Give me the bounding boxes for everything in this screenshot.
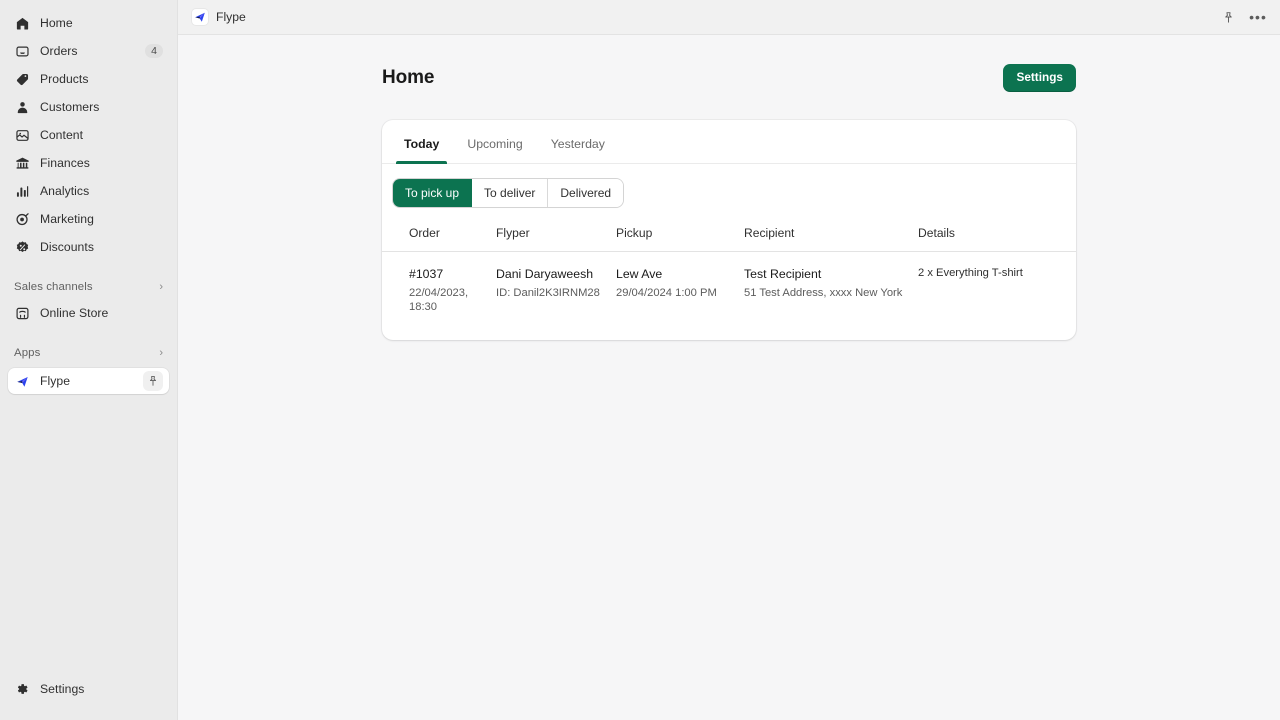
sidebar-item-label: Flype	[40, 375, 70, 387]
person-icon	[14, 99, 30, 115]
sidebar-item-customers[interactable]: Customers	[8, 96, 169, 118]
cell-pickup: Lew Ave 29/04/2024 1:00 PM	[616, 252, 744, 314]
sidebar-item-label: Content	[40, 129, 83, 141]
card-bottom-spacer	[382, 314, 1076, 340]
home-icon	[14, 15, 30, 31]
cell-flyper: Dani Daryaweesh ID: Danil2K3IRNM28	[496, 252, 616, 314]
sidebar-item-marketing[interactable]: Marketing	[8, 208, 169, 230]
sidebar-item-flype[interactable]: Flype	[8, 368, 169, 394]
flype-app-icon	[14, 373, 30, 389]
segment-to-deliver[interactable]: To deliver	[472, 179, 548, 207]
sales-channels-header[interactable]: Sales channels ›	[8, 278, 169, 296]
page-title: Home	[382, 67, 434, 89]
target-icon	[14, 211, 30, 227]
main-pane: Flype ••• Home Settings Today	[178, 0, 1280, 720]
flyper-name: Dani Daryaweesh	[496, 267, 616, 282]
sidebar-item-discounts[interactable]: Discounts	[8, 236, 169, 258]
flyper-id: ID: Danil2K3IRNM28	[496, 287, 616, 300]
bank-icon	[14, 155, 30, 171]
content-icon	[14, 127, 30, 143]
status-filter-wrap: To pick up To deliver Delivered	[382, 164, 1076, 207]
sidebar-item-label: Settings	[40, 683, 84, 695]
cell-details: 2 x Everything T-shirt	[918, 252, 1076, 314]
sidebar-item-label: Marketing	[40, 213, 94, 225]
tab-today[interactable]: Today	[394, 124, 449, 163]
sidebar-item-settings[interactable]: Settings	[8, 678, 169, 700]
tab-upcoming[interactable]: Upcoming	[457, 124, 532, 163]
sidebar-item-analytics[interactable]: Analytics	[8, 180, 169, 202]
sidebar-item-finances[interactable]: Finances	[8, 152, 169, 174]
table-header: Order Flyper Pickup Recipient Details	[382, 226, 1076, 252]
pin-icon[interactable]	[143, 371, 163, 391]
more-options-icon[interactable]: •••	[1246, 5, 1270, 29]
store-icon	[14, 305, 30, 321]
recipient-address: 51 Test Address, xxxx New York	[744, 287, 918, 300]
order-id: #1037	[409, 267, 496, 282]
tab-yesterday[interactable]: Yesterday	[541, 124, 615, 163]
pin-icon[interactable]	[1216, 5, 1240, 29]
cell-order: #1037 22/04/2023, 18:30	[382, 252, 496, 314]
more-dots: •••	[1249, 10, 1267, 24]
pickup-time: 29/04/2024 1:00 PM	[616, 287, 744, 300]
sidebar-item-label: Analytics	[40, 185, 89, 197]
bar-chart-icon	[14, 183, 30, 199]
sidebar-item-label: Customers	[40, 101, 99, 113]
column-header-pickup: Pickup	[616, 226, 744, 252]
column-header-flyper: Flyper	[496, 226, 616, 252]
discount-icon	[14, 239, 30, 255]
sales-channels-label: Sales channels	[14, 281, 93, 293]
column-header-order: Order	[382, 226, 496, 252]
order-date: 22/04/2023, 18:30	[409, 287, 496, 314]
status-segmented-control: To pick up To deliver Delivered	[393, 179, 623, 207]
sidebar-item-orders[interactable]: Orders 4	[8, 40, 169, 62]
sidebar-item-online-store[interactable]: Online Store	[8, 302, 169, 324]
sidebar-item-label: Online Store	[40, 307, 108, 319]
chevron-right-icon: ›	[159, 348, 163, 359]
segment-delivered[interactable]: Delivered	[548, 179, 623, 207]
column-header-details: Details	[918, 226, 1076, 252]
sidebar-item-label: Products	[40, 73, 89, 85]
column-header-recipient: Recipient	[744, 226, 918, 252]
orders-icon	[14, 43, 30, 59]
sidebar-item-label: Home	[40, 17, 73, 29]
sidebar-item-home[interactable]: Home	[8, 12, 169, 34]
sidebar-item-label: Orders	[40, 45, 78, 57]
sidebar-nav: Home Orders 4 Products Customers	[0, 12, 177, 264]
orders-card: Today Upcoming Yesterday To pick up To d…	[382, 120, 1076, 340]
page-header: Home Settings	[382, 62, 1076, 94]
page-content: Home Settings Today Upcoming Yesterday T…	[178, 35, 1280, 720]
sidebar-footer: Settings	[0, 678, 177, 720]
app-topbar: Flype •••	[178, 0, 1280, 35]
sidebar-item-products[interactable]: Products	[8, 68, 169, 90]
orders-table: Order Flyper Pickup Recipient Details #1…	[382, 226, 1076, 314]
sidebar-item-label: Finances	[40, 157, 90, 169]
gear-icon	[14, 681, 30, 697]
settings-button[interactable]: Settings	[1003, 64, 1076, 92]
topbar-actions: •••	[1216, 5, 1270, 29]
flype-app-icon	[192, 9, 208, 25]
sidebar-item-content[interactable]: Content	[8, 124, 169, 146]
table-row[interactable]: #1037 22/04/2023, 18:30 Dani Daryaweesh …	[382, 252, 1076, 314]
recipient-name: Test Recipient	[744, 267, 918, 282]
chevron-right-icon: ›	[159, 282, 163, 293]
segment-to-pick-up[interactable]: To pick up	[393, 179, 472, 207]
cell-recipient: Test Recipient 51 Test Address, xxxx New…	[744, 252, 918, 314]
tab-bar: Today Upcoming Yesterday	[382, 120, 1076, 164]
apps-header[interactable]: Apps ›	[8, 344, 169, 362]
sidebar-item-label: Discounts	[40, 241, 94, 253]
orders-badge: 4	[145, 44, 163, 59]
pickup-place: Lew Ave	[616, 267, 744, 282]
app-window: Home Orders 4 Products Customers	[0, 0, 1280, 720]
sidebar: Home Orders 4 Products Customers	[0, 0, 178, 720]
apps-label: Apps	[14, 347, 40, 359]
table-body: #1037 22/04/2023, 18:30 Dani Daryaweesh …	[382, 252, 1076, 314]
tag-icon	[14, 71, 30, 87]
app-title: Flype	[216, 10, 246, 24]
order-details: 2 x Everything T-shirt	[918, 267, 1052, 280]
